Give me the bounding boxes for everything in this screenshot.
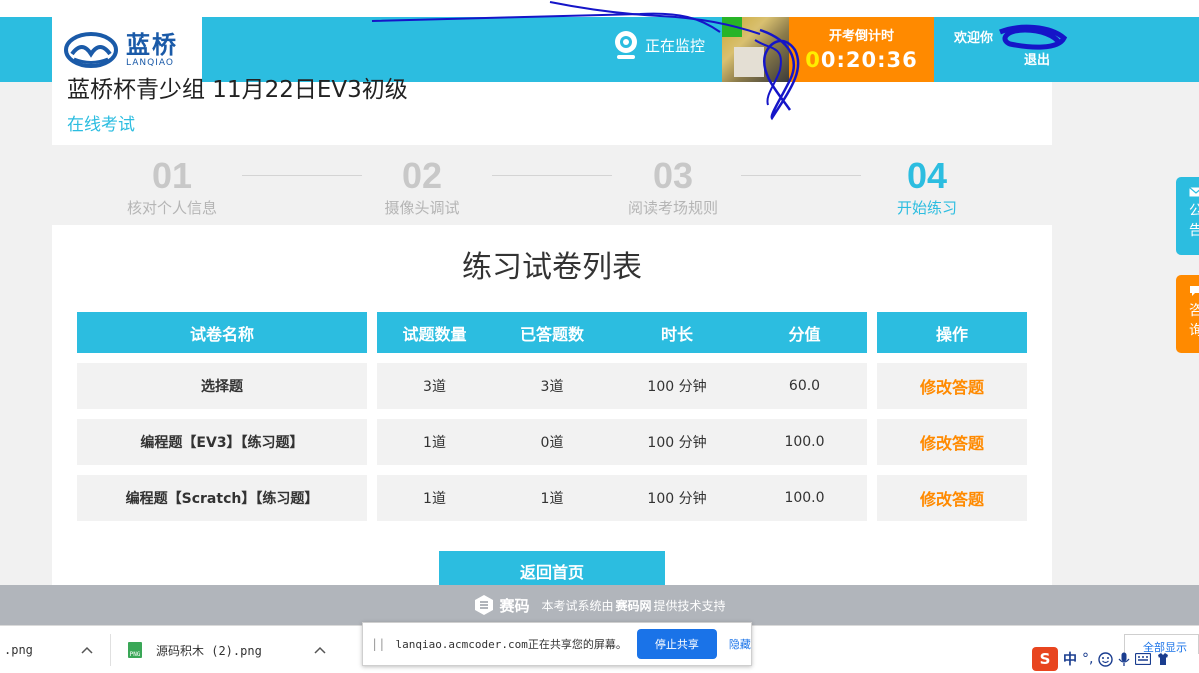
col-header-action: 操作 xyxy=(877,312,1027,353)
hide-button[interactable]: 隐藏 xyxy=(729,636,751,652)
score: 100.0 xyxy=(784,434,825,450)
chevron-up-icon[interactable] xyxy=(80,643,94,657)
share-message: lanqiao.acmcoder.com正在共享您的屏幕。 xyxy=(395,638,627,651)
webcam-icon xyxy=(615,31,637,59)
saima-logo-icon xyxy=(475,595,494,615)
ime-toolbar: S 中 °, xyxy=(1032,647,1170,671)
countdown-label: 开考倒计时 xyxy=(828,29,894,44)
download-item[interactable]: .png xyxy=(4,626,33,673)
edit-answer-button[interactable]: 修改答题 xyxy=(877,475,1027,521)
answered-count: 0道 xyxy=(540,435,564,451)
exam-title-card: 蓝桥杯青少组 11月22日EV3初级 在线考试 xyxy=(52,77,1052,145)
countdown-time: 00:20:36 xyxy=(805,48,918,72)
step-start-practice: 04 开始练习 xyxy=(896,155,957,217)
footer-text: 本考试系统由 xyxy=(541,598,614,613)
envelope-icon xyxy=(1189,187,1199,197)
step-camera-test: 02 摄像头调试 xyxy=(384,155,460,217)
step-verify-info: 01 核对个人信息 xyxy=(126,155,217,217)
footer-brand-text: 赛码网 xyxy=(615,598,652,613)
microphone-icon[interactable] xyxy=(1118,652,1130,667)
practice-list-card: 练习试卷列表 试卷名称 试题数量 已答题数 时长 分值 操作 选择题 3道 3道… xyxy=(52,225,1052,591)
progress-steps: 01 核对个人信息 02 摄像头调试 03 阅读考场规则 04 开始练习 xyxy=(52,145,1052,225)
ime-punctuation[interactable]: °, xyxy=(1082,651,1093,667)
paper-name: 选择题 xyxy=(201,379,243,395)
col-header-count: 试题数量 xyxy=(402,324,467,344)
top-strip xyxy=(0,0,1199,17)
keyboard-icon[interactable] xyxy=(1135,653,1152,665)
step-divider xyxy=(492,175,612,176)
divider xyxy=(110,634,111,666)
answered-count: 1道 xyxy=(540,491,564,507)
question-count: 1道 xyxy=(423,435,446,451)
paper-name: 编程题【Scratch】【练习题】 xyxy=(125,491,319,507)
logo-text-cn: 蓝桥 xyxy=(126,30,178,59)
notice-tab[interactable]: 公 告 xyxy=(1176,177,1199,255)
emoji-icon[interactable] xyxy=(1098,651,1114,667)
score: 60.0 xyxy=(788,378,821,394)
paper-name: 编程题【EV3】【练习题】 xyxy=(140,435,304,451)
exam-title: 蓝桥杯青少组 11月22日EV3初级 xyxy=(67,77,408,103)
step-read-rules: 03 阅读考场规则 xyxy=(627,155,718,217)
logout-link[interactable]: 退出 xyxy=(1024,49,1050,68)
download-item[interactable]: PNG 源码积木 (2).png xyxy=(128,626,262,673)
col-header-score: 分值 xyxy=(788,324,821,344)
sogou-ime-icon[interactable]: S xyxy=(1032,647,1058,671)
chat-bubble-icon xyxy=(1190,286,1199,296)
ime-language[interactable]: 中 xyxy=(1063,649,1077,669)
page-footer: 赛码 本考试系统由 赛码网 提供技术支持 xyxy=(0,585,1199,625)
col-header-duration: 时长 xyxy=(660,324,693,344)
drag-handle-icon[interactable]: || xyxy=(371,637,385,651)
camera-preview xyxy=(722,17,789,82)
score: 100.0 xyxy=(784,490,825,506)
png-file-icon: PNG xyxy=(128,642,142,658)
lanqiao-logo-icon xyxy=(64,31,118,68)
col-header-name: 试卷名称 xyxy=(77,312,367,353)
logo-text-en: LANQIAO xyxy=(126,57,174,68)
duration: 100 分钟 xyxy=(647,491,707,507)
exam-subtitle: 在线考试 xyxy=(67,115,135,135)
screen-share-bar: || lanqiao.acmcoder.com正在共享您的屏幕。 停止共享 隐藏 xyxy=(362,622,752,666)
step-divider xyxy=(242,175,362,176)
monitoring-label: 正在监控 xyxy=(645,36,706,55)
exam-countdown: 开考倒计时 00:20:36 xyxy=(789,17,934,82)
answered-count: 3道 xyxy=(540,379,564,395)
saima-logo: 赛码 xyxy=(473,594,529,616)
footer-text-after: 提供技术支持 xyxy=(653,598,726,613)
question-count: 3道 xyxy=(423,379,446,395)
consult-tab[interactable]: 咨 询 xyxy=(1176,275,1199,353)
monitoring-status: 正在监控 xyxy=(613,30,705,60)
duration: 100 分钟 xyxy=(647,379,707,395)
edit-answer-button[interactable]: 修改答题 xyxy=(877,419,1027,465)
skin-icon[interactable] xyxy=(1156,652,1170,666)
duration: 100 分钟 xyxy=(647,435,707,451)
step-divider xyxy=(741,175,861,176)
stop-sharing-button[interactable]: 停止共享 xyxy=(636,629,717,659)
edit-answer-button[interactable]: 修改答题 xyxy=(877,363,1027,409)
list-title: 练习试卷列表 xyxy=(462,250,642,285)
question-count: 1道 xyxy=(423,491,446,507)
col-header-answered: 已答题数 xyxy=(519,324,584,344)
welcome-text: 欢迎你 xyxy=(954,31,994,46)
chevron-up-icon[interactable] xyxy=(313,643,327,657)
